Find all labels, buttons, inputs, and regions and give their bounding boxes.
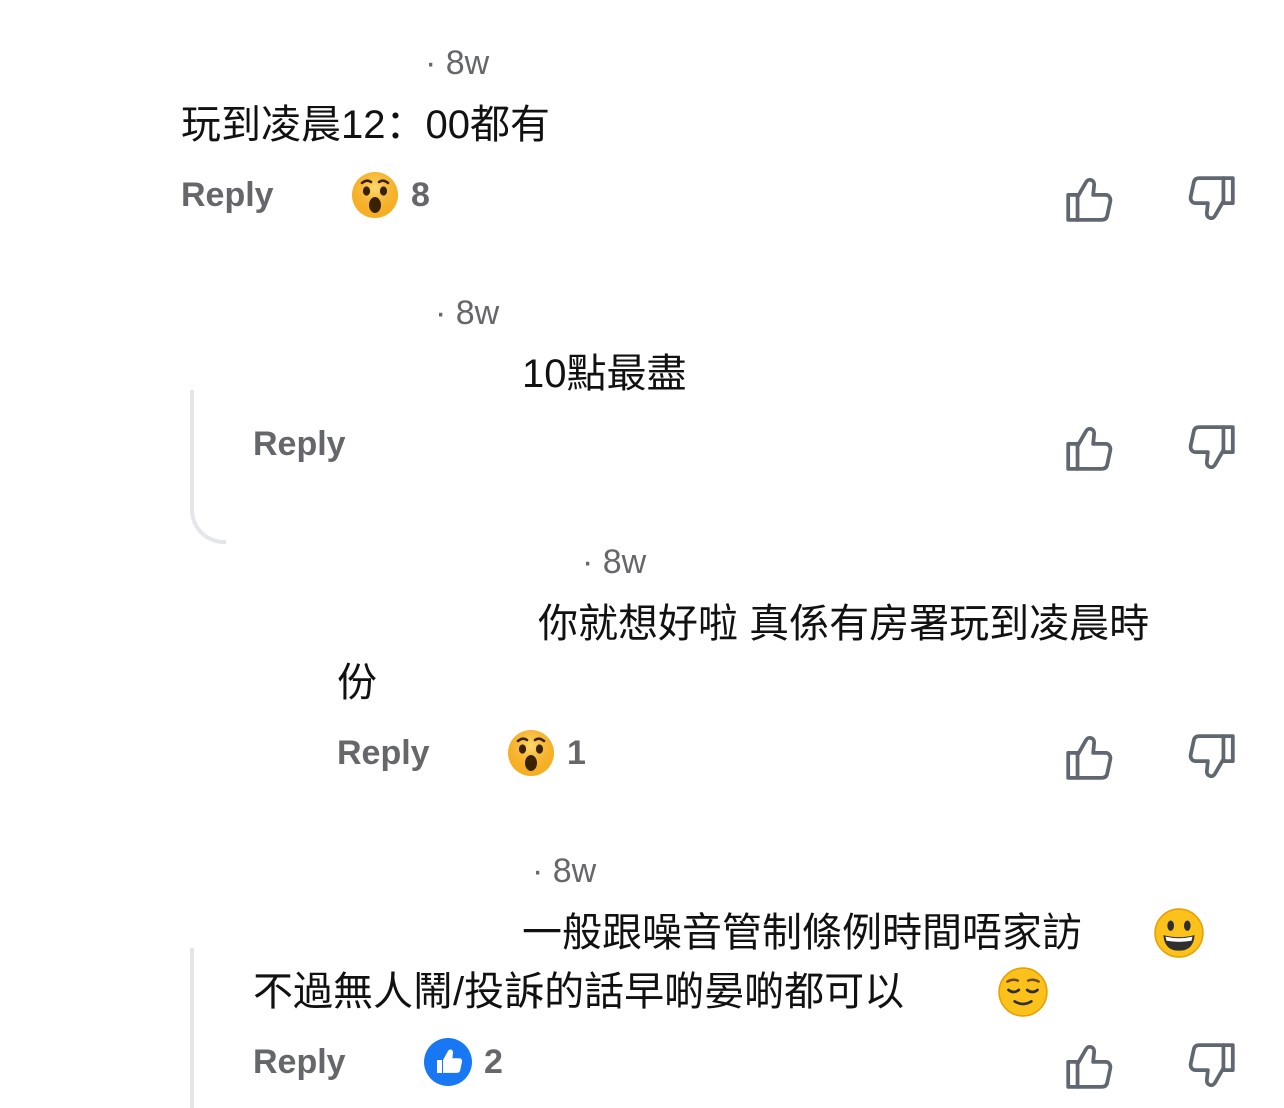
like-icon[interactable] — [1064, 730, 1114, 782]
thread-line — [190, 390, 226, 544]
comment-time: · 8w — [435, 294, 500, 332]
comment-text-line: 不過無人鬧/投訴的話早啲晏啲都可以 — [253, 970, 905, 1014]
reaction-summary[interactable] — [350, 170, 400, 225]
comment-text: 10點最盡 — [522, 352, 687, 396]
dislike-icon[interactable] — [1187, 1041, 1237, 1093]
like-icon — [424, 1038, 472, 1086]
dislike-icon[interactable] — [1187, 732, 1237, 784]
reaction-count: 1 — [567, 734, 586, 772]
reaction-count: 8 — [411, 176, 430, 214]
like-icon[interactable] — [1064, 172, 1114, 224]
reply-button[interactable]: Reply — [181, 176, 274, 215]
comment-time: · 8w — [582, 543, 647, 581]
wow-emoji-icon — [350, 170, 400, 220]
reply-button[interactable]: Reply — [253, 1043, 346, 1082]
reaction-count: 2 — [484, 1043, 503, 1081]
comment-text: 玩到凌晨12：00都有 — [181, 103, 550, 147]
comment-text-line: 一般跟噪音管制條例時間唔家訪 — [522, 911, 1082, 955]
dislike-icon[interactable] — [1187, 174, 1237, 226]
like-icon[interactable] — [1064, 1039, 1114, 1091]
reaction-summary[interactable] — [506, 728, 556, 783]
wow-emoji-icon — [506, 728, 556, 778]
comment-time: · 8w — [425, 44, 490, 82]
dislike-icon[interactable] — [1187, 423, 1237, 475]
reply-button[interactable]: Reply — [337, 734, 430, 773]
grinning-face-icon — [1154, 908, 1204, 958]
thread-line — [190, 948, 194, 1108]
comment-text-line: 份 — [337, 661, 377, 705]
reply-button[interactable]: Reply — [253, 425, 346, 464]
like-icon[interactable] — [1064, 421, 1114, 473]
relieved-face-icon — [998, 967, 1048, 1017]
comment-text-line: 你就想好啦 真係有房署玩到凌晨時 — [538, 602, 1150, 646]
reaction-summary[interactable] — [423, 1037, 473, 1092]
comment-time: · 8w — [532, 852, 597, 890]
